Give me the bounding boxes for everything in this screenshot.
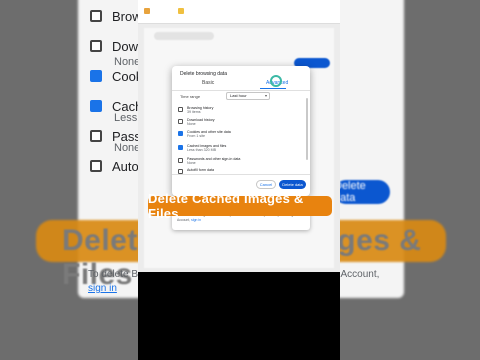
bookmark-chip (178, 6, 184, 16)
cancel-button[interactable]: Cancel (256, 180, 276, 189)
bg-row-sub: None (114, 56, 141, 68)
checked-checkbox-icon[interactable] (178, 145, 183, 150)
bg-delete-data-button: Delete data (334, 180, 390, 204)
checkbox-icon[interactable] (178, 119, 183, 124)
bookmark-icon (144, 8, 150, 14)
checkbox-icon (90, 40, 102, 52)
checkbox-icon[interactable] (178, 107, 183, 112)
option-browsing-history[interactable]: Browsing history 39 items (178, 106, 213, 115)
bookmark-chip (144, 6, 150, 16)
option-download-history[interactable]: Download history None (178, 118, 215, 127)
option-cached-images[interactable]: Cached images and files Less than 320 MB (178, 144, 226, 153)
dialog-title: Delete browsing data (180, 71, 227, 77)
delete-browsing-data-dialog: Delete browsing data Basic Advanced Time… (172, 66, 310, 196)
divider (172, 90, 310, 91)
cursor-highlight-icon (270, 75, 282, 87)
video-frame: Delete browsing data Basic Advanced Time… (138, 0, 340, 360)
option-cookies[interactable]: Cookies and other site data From 1 site (178, 130, 231, 139)
caption-banner: Delete Cached Images & Files (148, 191, 332, 221)
checked-checkbox-icon[interactable] (178, 131, 183, 136)
active-tab-indicator (260, 88, 286, 89)
bg-row-download: Down (90, 38, 145, 54)
dialog-scrollbar[interactable] (306, 98, 308, 160)
option-passwords[interactable]: Passwords and other sign-in data None (178, 157, 240, 166)
checkbox-icon (90, 160, 102, 172)
checkbox-icon[interactable] (178, 158, 183, 163)
delete-data-button[interactable]: Delete data (279, 180, 306, 189)
time-range-select[interactable]: Last hour ▾ (226, 92, 270, 100)
caption-text: Delete Cached Images & Files (148, 191, 304, 221)
checked-checkbox-icon (90, 100, 102, 112)
chevron-down-icon: ▾ (264, 93, 267, 98)
checked-checkbox-icon (90, 70, 102, 82)
settings-search-bar (154, 32, 214, 40)
checkbox-icon (90, 10, 102, 22)
bg-row-cookies: Cooki (90, 68, 145, 84)
checkbox-icon (90, 130, 102, 142)
divider (172, 174, 310, 175)
time-range-label: Time range (180, 94, 201, 99)
bg-row-sub: None (114, 142, 141, 154)
tab-basic[interactable]: Basic (202, 80, 214, 86)
browser-toolbar (138, 0, 340, 24)
browser-screen: Delete browsing data Basic Advanced Time… (138, 0, 340, 272)
bookmark-icon (178, 8, 184, 14)
